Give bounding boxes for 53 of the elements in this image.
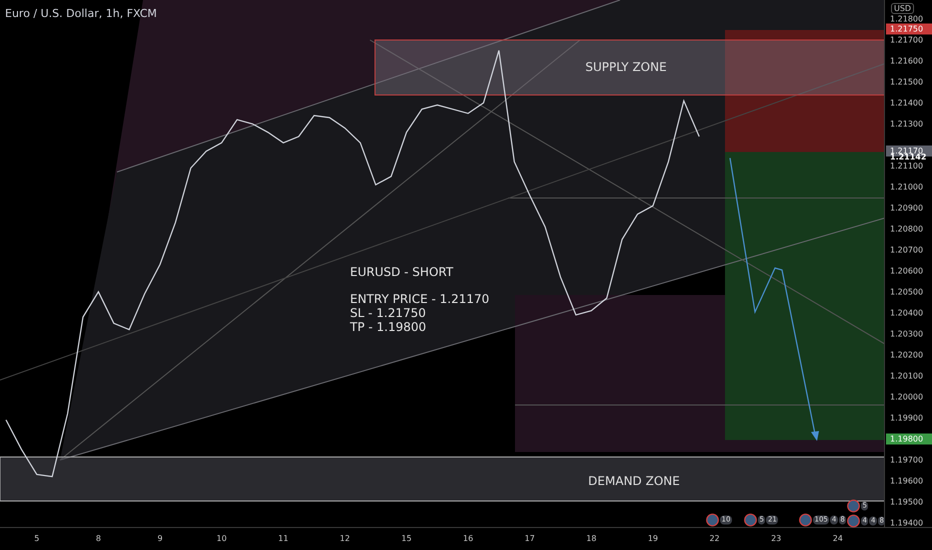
- time-tick: 9: [157, 534, 163, 543]
- event-icon[interactable]: [847, 500, 860, 512]
- price-tick: 1.21300: [890, 119, 924, 128]
- price-tick: 1.20200: [890, 350, 924, 360]
- price-badge: 1.19800: [886, 433, 932, 444]
- event-icon[interactable]: [799, 514, 812, 526]
- price-tick: 1.19500: [890, 497, 924, 506]
- chart-title: Euro / U.S. Dollar, 1h, FXCM: [5, 7, 157, 20]
- price-tick: 1.20900: [890, 203, 924, 212]
- price-tick: 1.21100: [890, 161, 924, 170]
- time-tick: 16: [463, 534, 474, 543]
- price-tick: 1.20500: [890, 287, 924, 296]
- event-icon[interactable]: [744, 514, 757, 526]
- price-tick: 1.20600: [890, 266, 924, 276]
- price-tick: 1.21400: [890, 98, 924, 108]
- price-tick: 1.20000: [890, 392, 924, 402]
- note-line: ENTRY PRICE - 1.21170: [350, 292, 490, 306]
- note-line: SL - 1.21750: [350, 306, 427, 320]
- price-tick: 1.19700: [890, 455, 924, 464]
- zone-label: DEMAND ZONE: [588, 474, 680, 488]
- time-tick: 15: [401, 534, 412, 543]
- price-tick: 1.20700: [890, 245, 924, 254]
- time-tick: 23: [771, 534, 782, 543]
- price-tick: 1.20800: [890, 224, 924, 234]
- time-tick: 17: [524, 534, 535, 543]
- time-tick: 12: [340, 534, 350, 543]
- price-tick: 1.21600: [890, 56, 924, 66]
- price-badge: 1.21750: [886, 24, 932, 35]
- price-tick: 1.21700: [890, 35, 924, 44]
- price-tick: 1.21800: [890, 14, 924, 24]
- time-tick: 11: [278, 534, 288, 543]
- note-title: EURUSD - SHORT: [350, 265, 454, 279]
- time-tick: 18: [586, 534, 596, 543]
- time-tick: 10: [216, 534, 227, 543]
- time-tick: 5: [34, 534, 40, 543]
- price-tick: 1.20300: [890, 329, 924, 338]
- price-tick: 1.19400: [890, 518, 924, 528]
- time-tick: 22: [709, 534, 720, 543]
- price-tick: 1.21000: [890, 182, 924, 192]
- event-icon[interactable]: [847, 514, 860, 528]
- time-tick: 8: [96, 534, 101, 543]
- last-price: 1.21142: [889, 152, 928, 162]
- time-tick: 19: [648, 534, 658, 543]
- currency-label: USD: [891, 3, 914, 14]
- price-tick: 1.20400: [890, 308, 924, 318]
- price-tick: 1.21500: [890, 77, 924, 86]
- event-icon[interactable]: [706, 514, 719, 526]
- zone-label: SUPPLY ZONE: [585, 60, 667, 74]
- price-tick: 1.20100: [890, 371, 924, 380]
- note-line: TP - 1.19800: [350, 320, 428, 334]
- price-tick: 1.19600: [890, 476, 924, 486]
- price-tick: 1.19900: [890, 413, 924, 422]
- time-tick: 24: [832, 534, 843, 543]
